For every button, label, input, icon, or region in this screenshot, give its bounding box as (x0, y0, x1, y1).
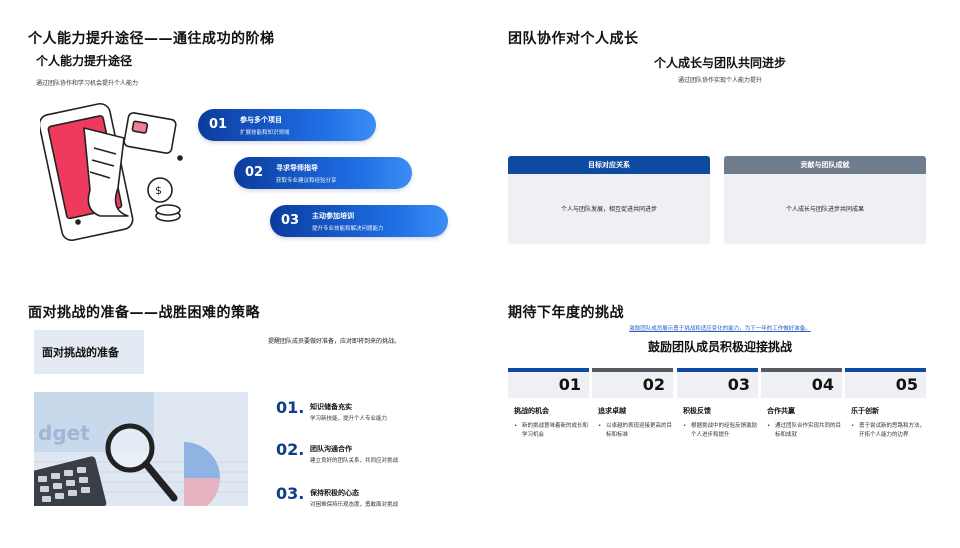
column-desc: 以卓越的表现迎接更高的目标和标准 (598, 422, 673, 440)
item-desc: 获取专业建议和经验分享 (276, 178, 337, 184)
column-number: 01 (508, 372, 589, 398)
column-title: 合作共赢 (767, 407, 795, 415)
challenge-column-3: 03 积极反馈 根据挑战中的经验反馈激励个人进步和提升 (677, 368, 758, 488)
growth-path-item-1: 01 参与多个项目 扩展技能和知识领域 (198, 109, 376, 141)
challenge-column-5: 05 乐于创新 勇于尝试新的思路和方法，开拓个人能力的边界 (845, 368, 926, 488)
slide-next-year-challenge: 期待下年度的挑战 激励团队成员展示勇于挑战和适应变化的能力，为下一年的工作做好准… (480, 274, 960, 548)
slide-team-collaboration: 团队协作对个人成长 个人成长与团队共同进步 通过团队协作实现个人能力提升 目标对… (480, 0, 960, 274)
svg-text:$: $ (155, 184, 162, 197)
item-number: 02. (276, 440, 305, 459)
card-contribution: 贡献与团队成就 个人成长与团队进步共同成果 (724, 156, 926, 244)
section-caption: 通过团队协作和学习机会提升个人能力 (36, 80, 139, 87)
center-title: 鼓励团队成员积极迎接挑战 (647, 340, 792, 354)
column-desc: 根据挑战中的经验反馈激励个人进步和提升 (683, 422, 758, 440)
item-title: 团队沟通合作 (310, 445, 352, 453)
growth-path-item-3: 03 主动参加培训 提升专业技能和解决问题能力 (270, 205, 448, 237)
item-desc: 扩展技能和知识领域 (240, 130, 290, 136)
slide-title: 面对挑战的准备——战胜困难的策略 (28, 305, 260, 321)
column-title: 追求卓越 (598, 407, 626, 415)
item-title: 寻求导师指导 (276, 164, 318, 172)
item-number: 01 (208, 117, 228, 132)
center-subtitle: 通过团队协作实现个人能力提升 (677, 77, 762, 84)
card-body: 个人与团队发展，相互促进共同进步 (560, 206, 657, 213)
column-number: 03 (677, 372, 758, 398)
center-title: 个人成长与团队共同进步 (653, 56, 786, 70)
column-number: 02 (592, 372, 673, 398)
column-desc: 通过团队合作实现共同的目标和成就 (767, 422, 842, 440)
column-title: 积极反馈 (683, 407, 711, 415)
column-title: 乐于创新 (851, 407, 879, 415)
section-title: 个人能力提升途径 (36, 54, 133, 68)
challenge-column-2: 02 追求卓越 以卓越的表现迎接更高的目标和标准 (592, 368, 673, 488)
slide-personal-growth: 个人能力提升途径——通往成功的阶梯 个人能力提升途径 通过团队协作和学习机会提升… (0, 0, 480, 274)
slide-challenge-prep: 面对挑战的准备——战胜困难的策略 面对挑战的准备 提醒团队成员要做好准备，应对即… (0, 274, 480, 548)
column-title: 挑战的机会 (514, 407, 549, 415)
card-header: 贡献与团队成就 (724, 156, 926, 174)
item-desc: 提升专业技能和解决问题能力 (312, 226, 384, 232)
slide-title: 个人能力提升途径——通往成功的阶梯 (28, 31, 275, 47)
item-desc: 对困难保持乐观态度，勇敢面对挑战 (310, 502, 399, 508)
slide-title: 期待下年度的挑战 (508, 305, 624, 321)
challenge-column-4: 04 合作共赢 通过团队合作实现共同的目标和成就 (761, 368, 842, 488)
slide-title: 团队协作对个人成长 (508, 31, 639, 47)
challenge-column-1: 01 挑战的机会 新的挑战意味着新的成长和学习机会 (508, 368, 589, 488)
item-title: 主动参加培训 (312, 212, 354, 220)
item-title: 保持积极的心态 (310, 489, 359, 497)
item-number: 01. (276, 398, 305, 417)
column-number: 05 (845, 372, 926, 398)
item-number: 02 (244, 165, 264, 180)
column-desc: 勇于尝试新的思路和方法，开拓个人能力的边界 (851, 422, 926, 440)
item-number: 03 (280, 213, 300, 228)
growth-path-item-2: 02 寻求导师指导 获取专业建议和经验分享 (234, 157, 412, 189)
column-desc: 新的挑战意味着新的成长和学习机会 (514, 422, 589, 440)
box-title: 面对挑战的准备 (42, 346, 119, 359)
item-desc: 学习新技能，提升个人专业能力 (310, 416, 388, 422)
card-goal-relation: 目标对应关系 个人与团队发展，相互促进共同进步 (508, 156, 710, 244)
motivation-link[interactable]: 激励团队成员展示勇于挑战和适应变化的能力，为下一年的工作做好准备。 (480, 324, 960, 332)
phone-payment-illustration: $ (40, 102, 183, 242)
item-title: 知识储备充实 (310, 403, 352, 411)
note-text: 提醒团队成员要做好准备，应对即将到来的挑战。 (268, 338, 401, 345)
svg-text:dget: dget (38, 421, 90, 445)
column-number: 04 (761, 372, 842, 398)
item-desc: 建立良好的团队关系，共同应对挑战 (310, 458, 399, 464)
card-header: 目标对应关系 (508, 156, 710, 174)
magnifier-chart-photo: dget (34, 392, 248, 506)
item-title: 参与多个项目 (240, 116, 282, 124)
card-body: 个人成长与团队进步共同成果 (785, 206, 864, 213)
item-number: 03. (276, 484, 305, 503)
